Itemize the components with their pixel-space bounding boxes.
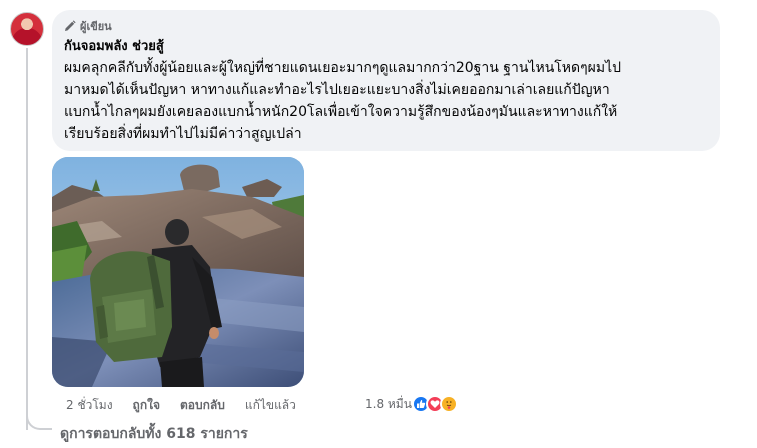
care-icon <box>439 395 458 413</box>
comment-actions: 2 ชั่วโมง ถูกใจ ตอบกลับ แก้ไขแล้ว <box>66 395 296 415</box>
comment-text: ผมคลุกคลีกับทั้งผู้น้อยและผู้ใหญ่ที่ชายแ… <box>64 57 708 145</box>
like-button[interactable]: ถูกใจ <box>133 396 160 415</box>
reply-button[interactable]: ตอบกลับ <box>180 396 225 415</box>
comment-line: เรียบร้อยสิ่งที่ผมทำไปไม่มีค่าว่าสูญเปล่… <box>64 126 302 142</box>
author-badge: ผู้เขียน <box>64 18 708 34</box>
comment-photo[interactable] <box>52 157 304 387</box>
pencil-icon <box>65 20 76 31</box>
thread-connector <box>26 406 52 430</box>
author-badge-label: ผู้เขียน <box>80 20 112 33</box>
reaction-summary[interactable]: 1.8 หมื่น <box>365 393 458 415</box>
timestamp-link[interactable]: 2 ชั่วโมง <box>66 396 113 415</box>
reaction-count: 1.8 หมื่น <box>365 396 412 411</box>
avatar[interactable] <box>10 12 44 46</box>
comment-bubble: ผู้เขียน กันจอมพลัง ช่วยสู้ ผมคลุกคลีกับ… <box>52 10 720 151</box>
comment-line: แบกน้ำไกลๆผมยังเคยลองแบกน้ำหนัก20โลเพื่อ… <box>64 104 618 120</box>
hiker-photo-image <box>52 157 304 387</box>
view-replies-link[interactable]: ดูการตอบกลับทั้ง 618 รายการ <box>60 423 248 445</box>
author-name[interactable]: กันจอมพลัง ช่วยสู้ <box>64 38 708 56</box>
comment-line: มาหมดได้เห็นปัญหา หาทางแก้และทำอะไรไปเยอ… <box>64 82 610 98</box>
comment-line: ผมคลุกคลีกับทั้งผู้น้อยและผู้ใหญ่ที่ชายแ… <box>64 60 622 76</box>
edited-label[interactable]: แก้ไขแล้ว <box>245 396 296 415</box>
thread-line <box>26 48 28 430</box>
